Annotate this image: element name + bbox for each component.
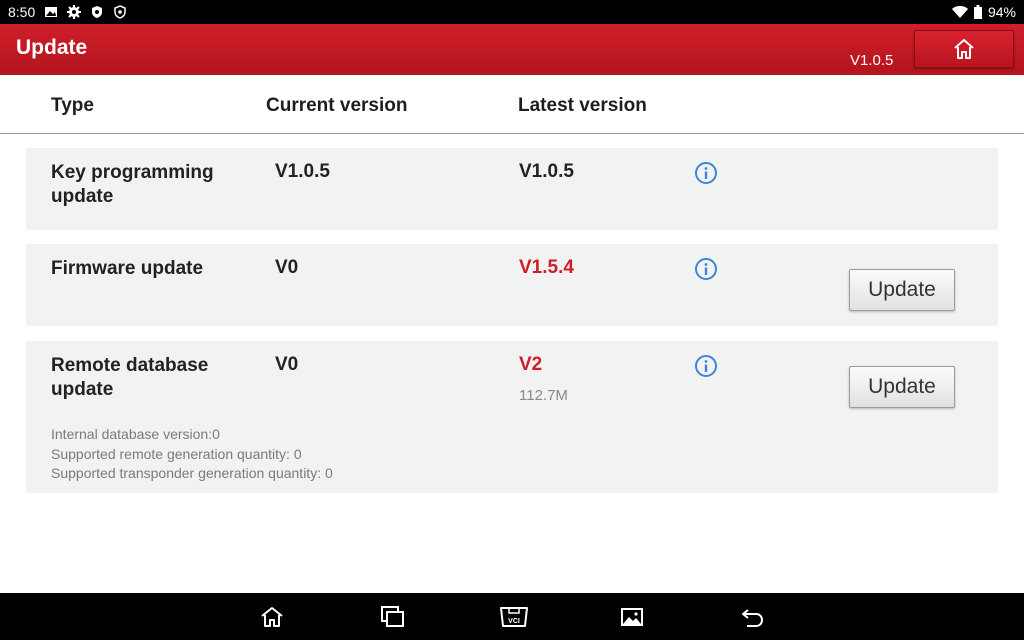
detail-line: Internal database version:0	[51, 426, 220, 442]
home-button[interactable]	[914, 30, 1014, 68]
column-header-current: Current version	[266, 95, 408, 116]
update-row-key-programming: Key programming update V1.0.5 V1.0.5	[26, 148, 998, 230]
latest-version: V1.5.4	[519, 257, 574, 278]
app-bar: Update V1.0.5	[0, 24, 1024, 75]
column-header-type: Type	[51, 95, 94, 116]
app-version: V1.0.5	[850, 52, 894, 69]
remote-database-update-button[interactable]: Update	[849, 366, 955, 408]
svg-text:VCI: VCI	[508, 618, 520, 625]
back-arrow-icon	[742, 609, 764, 627]
column-header-latest: Latest version	[518, 95, 647, 116]
gallery-icon	[621, 608, 643, 626]
current-version: V0	[275, 354, 299, 375]
nav-recents-button[interactable]	[380, 604, 406, 630]
recent-apps-icon	[381, 606, 404, 627]
battery-icon	[973, 5, 982, 19]
navigation-bar: VCI	[0, 593, 1024, 640]
table-header: Type Current version Latest version	[0, 75, 1024, 134]
info-icon[interactable]	[694, 354, 718, 378]
download-size: 112.7M	[519, 387, 568, 404]
update-name: Key programming update	[51, 162, 214, 207]
update-row-remote-database: Remote database update V0 V2 112.7M Upda…	[26, 341, 998, 493]
detail-line: Supported transponder generation quantit…	[51, 465, 333, 481]
status-bar: 8:50 94%	[0, 0, 1024, 24]
vpn-shield-icon	[114, 5, 126, 19]
current-version: V0	[275, 257, 299, 278]
database-details: Internal database version:0 Supported re…	[51, 425, 333, 484]
image-icon	[45, 7, 58, 17]
nav-home-button[interactable]	[259, 604, 285, 630]
wifi-icon	[951, 6, 968, 18]
nav-vci-button[interactable]: VCI	[498, 604, 530, 630]
update-name: Remote database update	[51, 355, 209, 400]
latest-version: V1.0.5	[519, 161, 574, 182]
vci-connector-icon: VCI	[500, 607, 528, 627]
battery-percent: 94%	[987, 4, 1016, 20]
firmware-update-button[interactable]: Update	[849, 269, 955, 311]
nav-screenshot-button[interactable]	[619, 604, 645, 630]
info-icon[interactable]	[694, 257, 718, 281]
detail-line: Supported remote generation quantity: 0	[51, 445, 302, 462]
latest-version: V2	[519, 354, 543, 375]
page-title: Update	[16, 36, 88, 59]
home-icon	[261, 607, 283, 627]
shield-icon	[92, 6, 103, 18]
current-version: V1.0.5	[275, 161, 330, 182]
update-name: Firmware update	[51, 258, 204, 279]
home-icon	[954, 39, 974, 59]
info-icon[interactable]	[694, 161, 718, 185]
update-row-firmware: Firmware update V0 V1.5.4 Update	[26, 244, 998, 326]
status-time: 8:50	[8, 4, 36, 20]
nav-back-button[interactable]	[739, 604, 765, 630]
gear-icon	[67, 5, 82, 19]
